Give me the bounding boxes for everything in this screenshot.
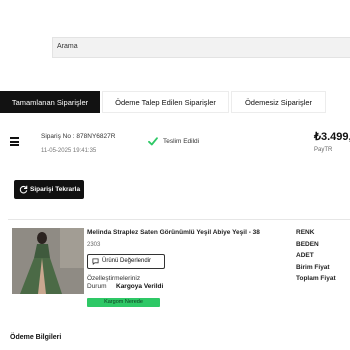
review-product-button[interactable]: Ürünü Değerlendir: [87, 254, 165, 269]
order-summary-row: Sipariş No : 878NY6827R 11-05-2025 19:41…: [0, 124, 350, 160]
product-attributes: RENK BEDEN ADET Birim Fiyat Toplam Fiyat: [296, 229, 336, 287]
product-code: 2303: [87, 242, 101, 248]
comment-icon: [92, 258, 99, 265]
state-label: Durum: [87, 283, 107, 290]
order-tabs: Tamamlanan Siparişler Ödeme Talep Edilen…: [0, 91, 350, 113]
reorder-button[interactable]: Siparişi Tekrarla: [14, 180, 84, 199]
reorder-button-label: Siparişi Tekrarla: [30, 186, 81, 193]
orders-page: Arama Tamamlanan Siparişler Ödeme Talep …: [0, 0, 350, 350]
order-price: ₺3.499,: [314, 131, 350, 143]
order-date: 11-05-2025 19:41:35: [41, 148, 97, 154]
tab-payment-requested-orders[interactable]: Ödeme Talep Edilen Siparişler: [102, 91, 229, 113]
divider: [8, 219, 350, 220]
shipping-state: Kargoya Verildi: [116, 283, 164, 290]
payment-method: PayTR: [314, 147, 333, 153]
order-number: Sipariş No : 878NY6827R: [41, 133, 116, 140]
review-button-label: Ürünü Değerlendir: [102, 258, 152, 264]
attr-total-price-label: Toplam Fiyat: [296, 275, 336, 282]
attr-quantity-label: ADET: [296, 252, 314, 259]
attr-size-label: BEDEN: [296, 240, 319, 248]
checkmark-icon: [148, 137, 158, 146]
refresh-icon: [19, 185, 28, 194]
tab-unpaid-orders[interactable]: Ödemesiz Siparişler: [231, 91, 326, 113]
order-status: Teslim Edildi: [163, 138, 200, 145]
product-name[interactable]: Melinda Straplez Saten Görünümlü Yeşil A…: [87, 229, 260, 236]
tab-completed-orders[interactable]: Tamamlanan Siparişler: [0, 91, 100, 113]
payment-info-title: Ödeme Bilgileri: [10, 334, 62, 341]
track-shipment-button[interactable]: Kargom Nerede: [87, 298, 160, 307]
attr-unit-price-label: Birim Fiyat: [296, 263, 330, 271]
hamburger-icon[interactable]: [10, 137, 19, 146]
attr-color-label: RENK: [296, 229, 315, 236]
customizations-label: Özelleştirmeleriniz: [87, 275, 141, 282]
product-image[interactable]: [12, 228, 84, 294]
search-input[interactable]: Arama: [52, 37, 350, 58]
